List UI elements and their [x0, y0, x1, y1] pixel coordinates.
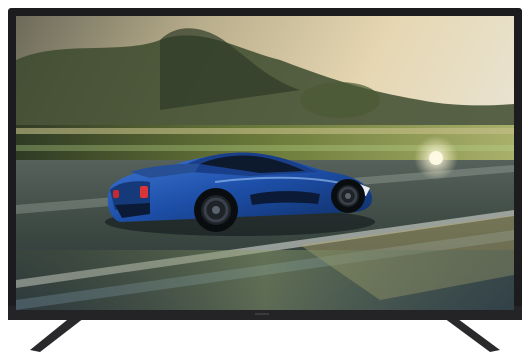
right-stand-leg	[444, 316, 500, 352]
tail-light	[140, 186, 148, 198]
tv-logo-mark	[255, 313, 269, 315]
tv-illustration	[8, 8, 522, 352]
television	[0, 0, 523, 354]
tv-stand	[30, 316, 500, 352]
tv-screen	[16, 16, 514, 310]
front-wheel	[331, 179, 365, 213]
rear-wheel	[194, 188, 238, 232]
left-stand-leg	[30, 316, 84, 352]
